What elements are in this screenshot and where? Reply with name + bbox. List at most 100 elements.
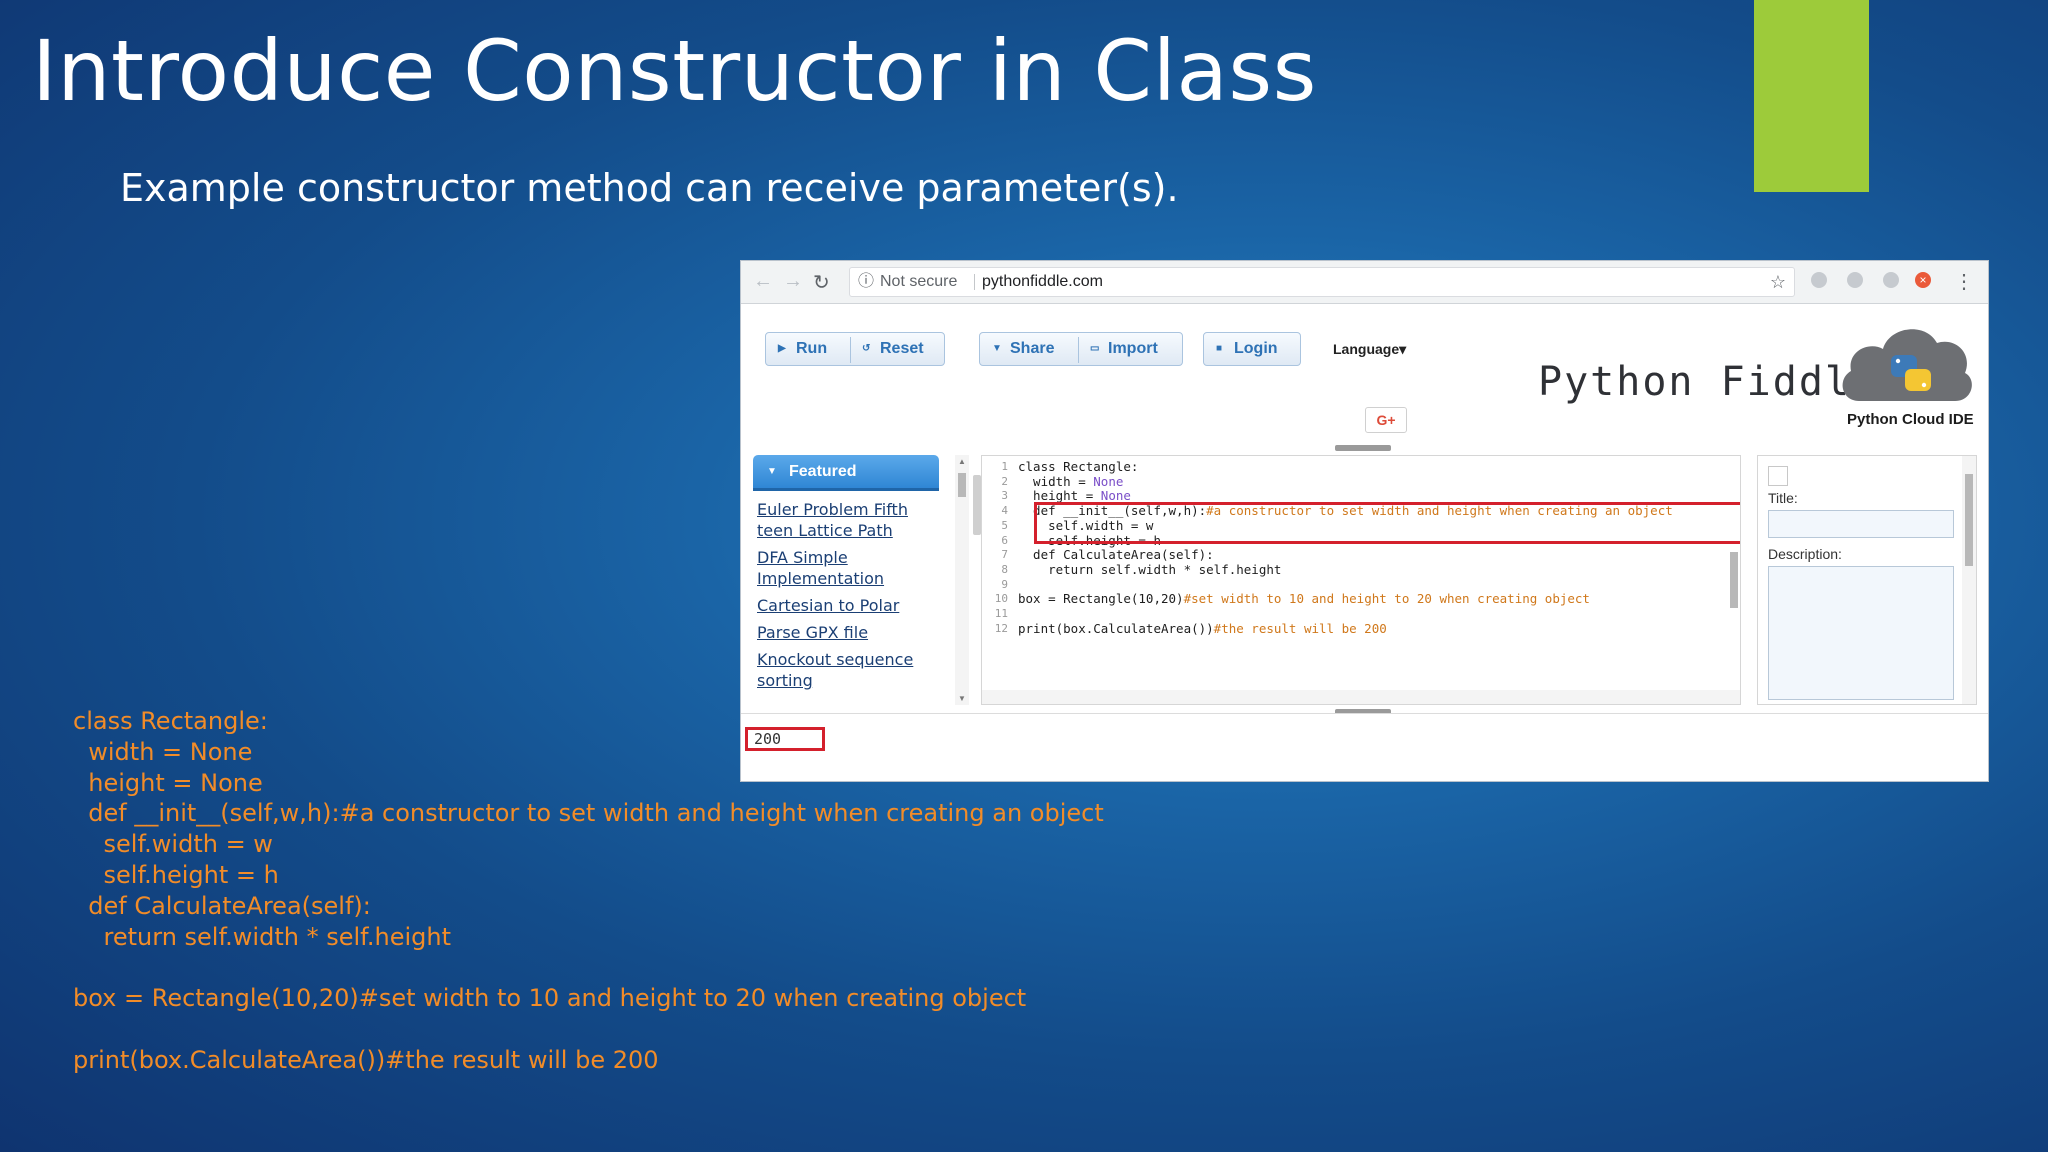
editor-vertical-scrollbar[interactable] (1730, 552, 1738, 608)
url-text[interactable]: pythonfiddle.com (982, 268, 1103, 296)
title-label: Title: (1768, 490, 1798, 506)
code-line: self.height = h (73, 860, 279, 889)
address-bar[interactable]: ⓘ Not secure pythonfiddle.com ☆ (849, 267, 1795, 297)
login-label: Login (1234, 340, 1278, 357)
code-line: self.width = w (73, 830, 273, 859)
chevron-down-icon: ▼ (767, 466, 777, 477)
extension-icon[interactable] (1847, 272, 1863, 288)
sample-link[interactable]: Euler Problem Fifth teen Lattice Path (757, 499, 937, 541)
code-line: def __init__(self,w,h):#a constructor to… (73, 799, 1104, 828)
scroll-up-icon[interactable]: ▲ (958, 457, 966, 466)
extension-icon[interactable] (1811, 272, 1827, 288)
play-icon: ▶ (778, 343, 786, 354)
sample-link[interactable]: Knockout sequence sorting (757, 649, 937, 691)
run-reset-group: ▶ Run ↺ Reset (765, 332, 945, 366)
star-icon[interactable]: ☆ (1770, 268, 1786, 296)
title-input[interactable] (1768, 510, 1954, 538)
line-number: 1 (1001, 460, 1008, 473)
line-number: 4 (1001, 504, 1008, 518)
run-button[interactable]: ▶ Run (766, 333, 850, 365)
reload-icon[interactable]: ↻ (813, 270, 830, 295)
description-label: Description: (1768, 546, 1842, 562)
login-button[interactable]: ■ Login (1203, 332, 1301, 366)
import-label: Import (1108, 340, 1158, 357)
line-number: 5 (1001, 518, 1008, 532)
back-icon[interactable]: ← (753, 270, 773, 293)
reset-label: Reset (880, 340, 924, 357)
forward-icon[interactable]: → (783, 270, 803, 293)
code-line: print(box.CalculateArea())#the result wi… (73, 1045, 659, 1074)
scroll-thumb[interactable] (958, 473, 966, 497)
line-number-gutter: 1 2 3 4 5 6 7 8 9 10 11 12 (982, 456, 1010, 704)
line-number: 12 (994, 621, 1008, 635)
line-number: 3 (1001, 489, 1008, 503)
code-editor[interactable]: 1 2 3 4 5 6 7 8 9 10 11 12 class Rectang… (981, 455, 1741, 705)
slide-title: Introduce Constructor in Class (32, 22, 1317, 120)
scroll-thumb[interactable] (1965, 474, 1973, 566)
line-number: 10 (994, 592, 1008, 606)
metadata-panel: Title: Description: (1757, 455, 1977, 705)
output-console: 200 (741, 713, 1988, 781)
editor-line: box = Rectangle(10,20)#set width to 10 a… (1018, 591, 1590, 606)
private-checkbox[interactable] (1768, 466, 1788, 486)
line-number: 11 (994, 607, 1008, 620)
editor-horizontal-scrollbar[interactable] (982, 690, 1740, 704)
python-cloud-logo (1842, 329, 1972, 401)
description-textarea[interactable] (1768, 566, 1954, 700)
code-text: print(box.CalculateArea()) (1018, 620, 1214, 636)
pane-resize-handle[interactable] (973, 475, 981, 535)
google-plus-button[interactable]: G+ (1365, 407, 1407, 433)
brand-tagline: Python Cloud IDE (1847, 411, 1974, 428)
splitter-handle[interactable] (1335, 445, 1391, 451)
editor-line: def CalculateArea(self): (1018, 547, 1214, 562)
line-number: 7 (1001, 548, 1008, 562)
code-text: box = Rectangle(10,20) (1018, 591, 1184, 607)
editor-line: width = None (1018, 474, 1123, 489)
extension-icon[interactable] (1883, 272, 1899, 288)
code-line: def CalculateArea(self): (73, 891, 371, 920)
info-icon[interactable]: ⓘ (858, 268, 874, 296)
brand-title: Python Fiddle (1538, 359, 1878, 405)
editor-line: print(box.CalculateArea())#the result wi… (1018, 621, 1387, 636)
folder-icon: ▭ (1090, 343, 1100, 354)
sample-link[interactable]: Cartesian to Polar (757, 595, 937, 616)
code-line: return self.width * self.height (73, 922, 451, 951)
none-keyword: None (1093, 473, 1124, 489)
menu-icon[interactable]: ⋮ (1954, 269, 1974, 294)
browser-toolbar: ← → ↻ ⓘ Not secure pythonfiddle.com ☆ × … (741, 261, 1988, 304)
share-import-group: ▼ Share ▭ Import (979, 332, 1183, 366)
language-dropdown[interactable]: Language▾ (1333, 341, 1406, 358)
constructor-highlight-box (1034, 502, 1740, 544)
code-comment: #set width to 10 and height to 20 when c… (1183, 591, 1590, 607)
code-line: box = Rectangle(10,20)#set width to 10 a… (73, 984, 1027, 1013)
code-text: width = (1018, 473, 1094, 489)
code-text: class Rectangle: (1018, 459, 1139, 474)
line-number: 2 (1001, 474, 1008, 488)
reset-icon: ↺ (862, 343, 871, 354)
metadata-scrollbar[interactable] (1962, 456, 1976, 704)
sample-link[interactable]: DFA Simple Implementation (757, 547, 937, 589)
code-text: return self.width * self.height (1018, 561, 1282, 577)
extension-close-icon[interactable]: × (1915, 272, 1931, 288)
editor-line: return self.width * self.height (1018, 562, 1281, 577)
editor-line: class Rectangle: (1018, 459, 1138, 474)
share-button[interactable]: ▼ Share (980, 333, 1078, 365)
run-label: Run (796, 340, 828, 357)
sidebar-scrollbar[interactable]: ▲ ▼ (955, 455, 969, 705)
share-label: Share (1010, 340, 1055, 357)
sample-link[interactable]: Parse GPX file (757, 622, 937, 643)
line-number: 6 (1001, 533, 1008, 547)
reset-button[interactable]: ↺ Reset (850, 333, 946, 365)
accent-bar (1754, 0, 1869, 192)
browser-screenshot: ← → ↻ ⓘ Not secure pythonfiddle.com ☆ × … (740, 260, 1989, 782)
tab-featured[interactable]: ▼ Featured (753, 455, 939, 491)
line-number: 9 (1001, 577, 1008, 591)
scroll-down-icon[interactable]: ▼ (958, 694, 966, 703)
output-value: 200 (745, 727, 825, 751)
slide-subtitle: Example constructor method can receive p… (120, 166, 1179, 210)
chevron-down-icon: ▼ (992, 343, 1002, 354)
tab-featured-label: Featured (789, 463, 857, 480)
import-button[interactable]: ▭ Import (1078, 333, 1184, 365)
code-comment: #the result will be 200 (1213, 620, 1387, 636)
